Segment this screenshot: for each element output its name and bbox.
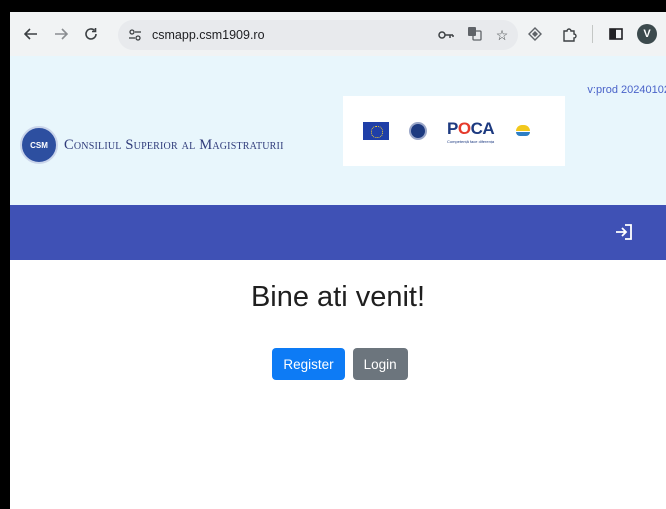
key-icon[interactable] [438, 27, 454, 43]
address-bar-actions: ☆ [438, 20, 510, 50]
diamond-icon[interactable] [522, 19, 548, 49]
reload-icon [85, 28, 97, 40]
poca-ca: CA [470, 118, 495, 138]
translate-icon[interactable] [466, 26, 482, 44]
government-seal-icon [409, 122, 427, 140]
browser-toolbar: csmapp.csm1909.ro ☆ V [10, 12, 666, 56]
csm-seal-icon: CSM [20, 126, 58, 164]
poca-logo: POCA Competență face diferența [447, 118, 495, 144]
forward-button[interactable] [46, 19, 76, 49]
poca-tagline: Competență face diferența [447, 138, 495, 144]
eu-flag-icon [363, 122, 389, 140]
navbar [10, 205, 666, 260]
arrow-left-icon [24, 28, 37, 40]
toolbar-separator [592, 25, 593, 43]
reload-button[interactable] [76, 19, 106, 49]
auth-buttons: Register Login [10, 348, 666, 380]
partner-logos: POCA Competență face diferența [343, 96, 565, 166]
arrow-right-icon [55, 28, 68, 40]
login-icon[interactable] [613, 221, 635, 243]
web-page: v:prod 20240102 CSM Consiliul Superior a… [10, 56, 666, 509]
profile-avatar[interactable]: V [637, 24, 657, 44]
site-info-button[interactable] [124, 24, 146, 46]
puzzle-icon[interactable] [556, 19, 582, 49]
back-button[interactable] [16, 19, 46, 49]
swirl-logo-icon [514, 122, 532, 140]
seal-text: CSM [30, 140, 48, 150]
org-name: Consiliul Superior al Magistraturii [64, 136, 284, 153]
toolbar-actions: V [522, 19, 657, 49]
star-icon[interactable]: ☆ [494, 27, 510, 44]
register-button[interactable]: Register [272, 348, 345, 380]
site-header: v:prod 20240102 CSM Consiliul Superior a… [10, 56, 666, 205]
csm-logo[interactable]: CSM Consiliul Superior al Magistraturii [20, 126, 284, 164]
login-button[interactable]: Login [352, 348, 408, 380]
side-panel-icon[interactable] [603, 19, 629, 49]
poca-o: O [457, 118, 471, 138]
version-label: v:prod 20240102 [587, 84, 666, 96]
browser-window: csmapp.csm1909.ro ☆ V v:prod 20240102 CS… [10, 12, 666, 509]
welcome-heading: Bine ati venit! [250, 281, 426, 313]
tune-icon [129, 29, 141, 41]
poca-p: P [447, 118, 458, 138]
url-text[interactable]: csmapp.csm1909.ro [152, 28, 265, 42]
address-bar[interactable]: csmapp.csm1909.ro ☆ [118, 20, 518, 50]
